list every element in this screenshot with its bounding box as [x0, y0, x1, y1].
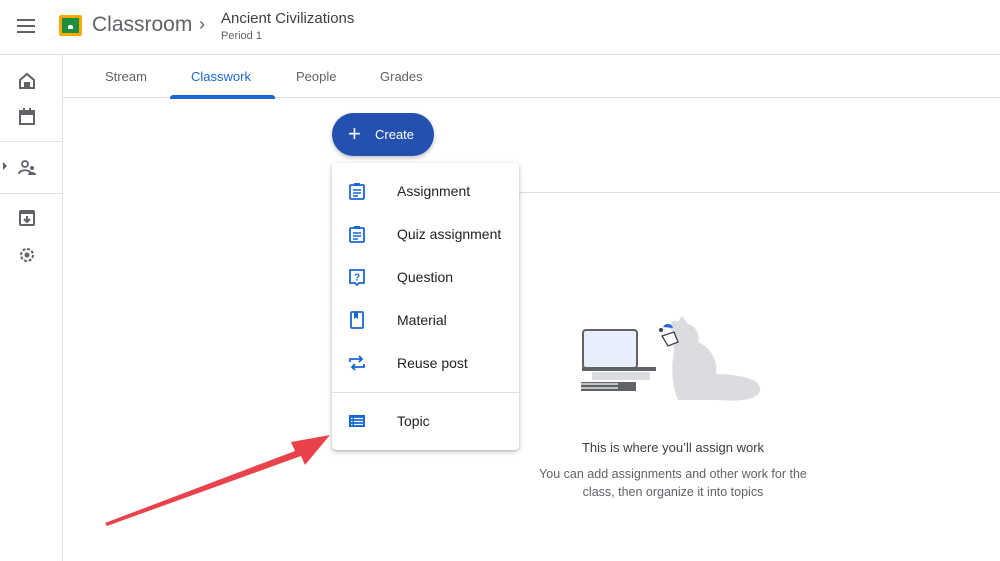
assignment-icon: [349, 183, 365, 200]
gear-icon[interactable]: [17, 245, 37, 265]
create-button-label: Create: [375, 127, 415, 142]
active-tab-indicator: [170, 95, 275, 99]
menu-item-quiz-assignment[interactable]: Quiz assignment: [332, 213, 519, 256]
people-icon[interactable]: [17, 158, 37, 178]
annotation-arrow-icon: [105, 435, 330, 526]
question-icon: ?: [349, 269, 365, 286]
nav-divider: [0, 141, 62, 142]
menu-item-label: Topic: [397, 413, 430, 429]
menu-item-assignment[interactable]: Assignment: [332, 170, 519, 213]
expand-caret-icon[interactable]: [3, 162, 7, 170]
home-icon[interactable]: [17, 71, 37, 91]
hamburger-menu-icon[interactable]: [16, 16, 36, 36]
top-app-bar: Classroom › Ancient Civilizations Period…: [0, 0, 1000, 55]
topic-icon: [349, 415, 365, 427]
reuse-icon: [349, 355, 365, 371]
class-tabs: Stream Classwork People Grades: [63, 55, 1000, 98]
material-icon: [350, 311, 364, 329]
tab-stream[interactable]: Stream: [105, 69, 147, 84]
breadcrumb-chevron-icon: ›: [199, 14, 205, 34]
class-title[interactable]: Ancient Civilizations: [221, 10, 354, 27]
app-name[interactable]: Classroom: [92, 13, 192, 37]
tab-people[interactable]: People: [296, 69, 336, 84]
create-button[interactable]: + Create: [332, 113, 434, 156]
create-menu: Assignment Quiz assignment ? Question Ma…: [332, 163, 519, 450]
menu-item-material[interactable]: Material: [332, 299, 519, 342]
empty-state-illustration: [581, 316, 761, 401]
nav-divider: [0, 193, 62, 194]
content-divider: [519, 192, 1000, 193]
side-navigation: [0, 55, 63, 561]
menu-item-topic[interactable]: Topic: [332, 400, 519, 443]
archive-icon[interactable]: [17, 208, 37, 228]
menu-item-label: Question: [397, 269, 454, 285]
menu-divider: [332, 392, 519, 393]
plus-icon: +: [348, 121, 361, 146]
empty-state-description: You can add assignments and other work f…: [539, 467, 807, 499]
calendar-icon[interactable]: [17, 107, 37, 127]
menu-item-label: Reuse post: [397, 355, 468, 371]
tab-grades[interactable]: Grades: [380, 69, 423, 84]
menu-item-question[interactable]: ? Question: [332, 256, 519, 299]
menu-item-label: Material: [397, 312, 447, 328]
empty-state-title: This is where you’ll assign work: [581, 440, 765, 455]
classroom-logo-icon[interactable]: [59, 15, 82, 36]
class-section: Period 1: [221, 30, 262, 42]
tab-classwork[interactable]: Classwork: [191, 69, 251, 84]
svg-text:?: ?: [354, 273, 360, 284]
menu-item-reuse-post[interactable]: Reuse post: [332, 342, 519, 385]
menu-item-label: Assignment: [397, 183, 471, 199]
menu-item-label: Quiz assignment: [397, 226, 502, 242]
quiz-assignment-icon: [349, 226, 365, 243]
